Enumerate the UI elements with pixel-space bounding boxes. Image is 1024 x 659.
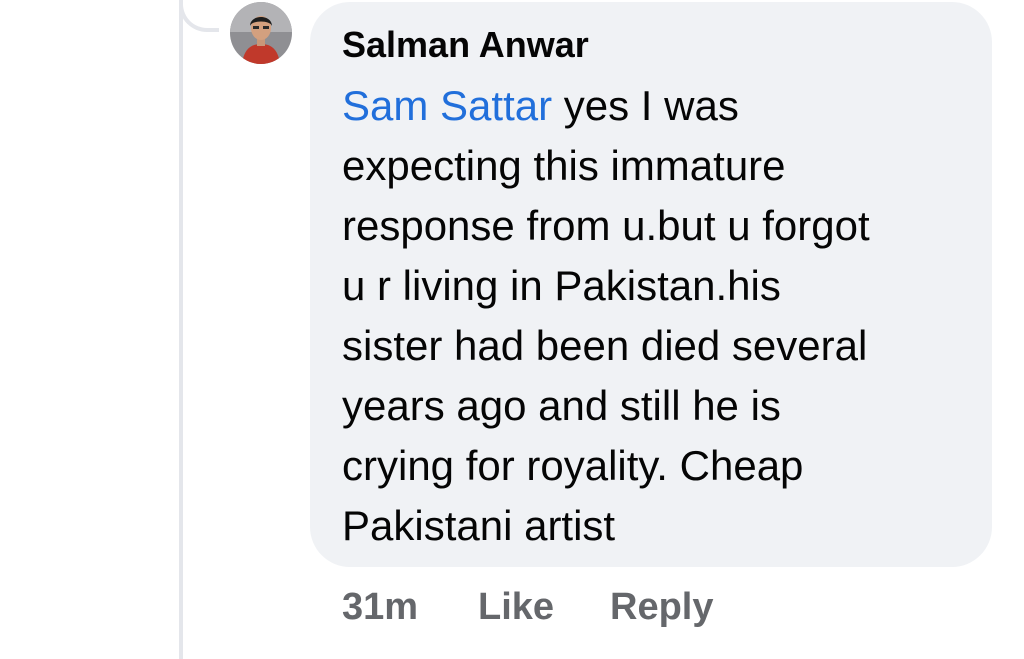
comment-bubble: Salman Anwar Sam Sattar yes I was expect… — [310, 2, 992, 567]
user-avatar-photo-icon — [230, 2, 292, 64]
comment-line-3: response from u.but u forgot — [342, 202, 870, 249]
comment-line-6: years ago and still he is — [342, 382, 781, 429]
comment-line-1: Sam Sattar yes I was — [342, 76, 972, 136]
comment-timestamp[interactable]: 31m — [342, 586, 418, 629]
comment-line-1-text: yes I was — [552, 82, 739, 129]
comment-line-7: crying for royality. Cheap — [342, 442, 804, 489]
comment-text: Sam Sattar yes I was expecting this imma… — [342, 76, 972, 556]
avatar[interactable] — [230, 2, 292, 64]
comment-line-5: sister had been died several — [342, 322, 868, 369]
thread-connector — [179, 0, 219, 32]
mention-link[interactable]: Sam Sattar — [342, 82, 552, 129]
comment-line-8: Pakistani artist — [342, 502, 616, 549]
comment-line-4: u r living in Pakistan.his — [342, 262, 781, 309]
comment-author[interactable]: Salman Anwar — [342, 24, 589, 66]
reply-button[interactable]: Reply — [610, 586, 713, 629]
like-button[interactable]: Like — [478, 586, 554, 629]
thread-line — [179, 0, 183, 659]
comment-line-2: expecting this immature — [342, 142, 786, 189]
